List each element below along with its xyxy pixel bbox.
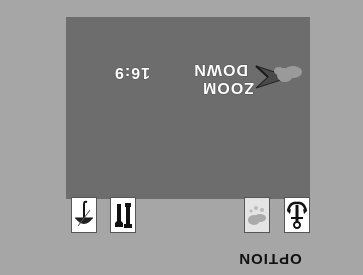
zoom-direction: DOWN (193, 61, 248, 78)
option-label: OPTION (238, 250, 302, 267)
tools-button[interactable] (110, 197, 136, 233)
zoom-label: ZOOM (202, 79, 254, 96)
cloud-icon (274, 66, 302, 82)
parasol-icon (75, 200, 93, 227)
weather-button[interactable] (244, 197, 270, 233)
anchor-icon (286, 201, 308, 229)
tools-icon (115, 203, 132, 228)
parasol-button[interactable] (71, 197, 97, 233)
anchor-button[interactable] (284, 197, 310, 233)
camera-ui: 16:9 ZOOM DOWN OPTION (0, 0, 363, 275)
weather-icon (248, 206, 266, 225)
aspect-ratio-readout: 16:9 (113, 64, 150, 81)
lcd-display: 16:9 ZOOM DOWN (66, 17, 310, 199)
